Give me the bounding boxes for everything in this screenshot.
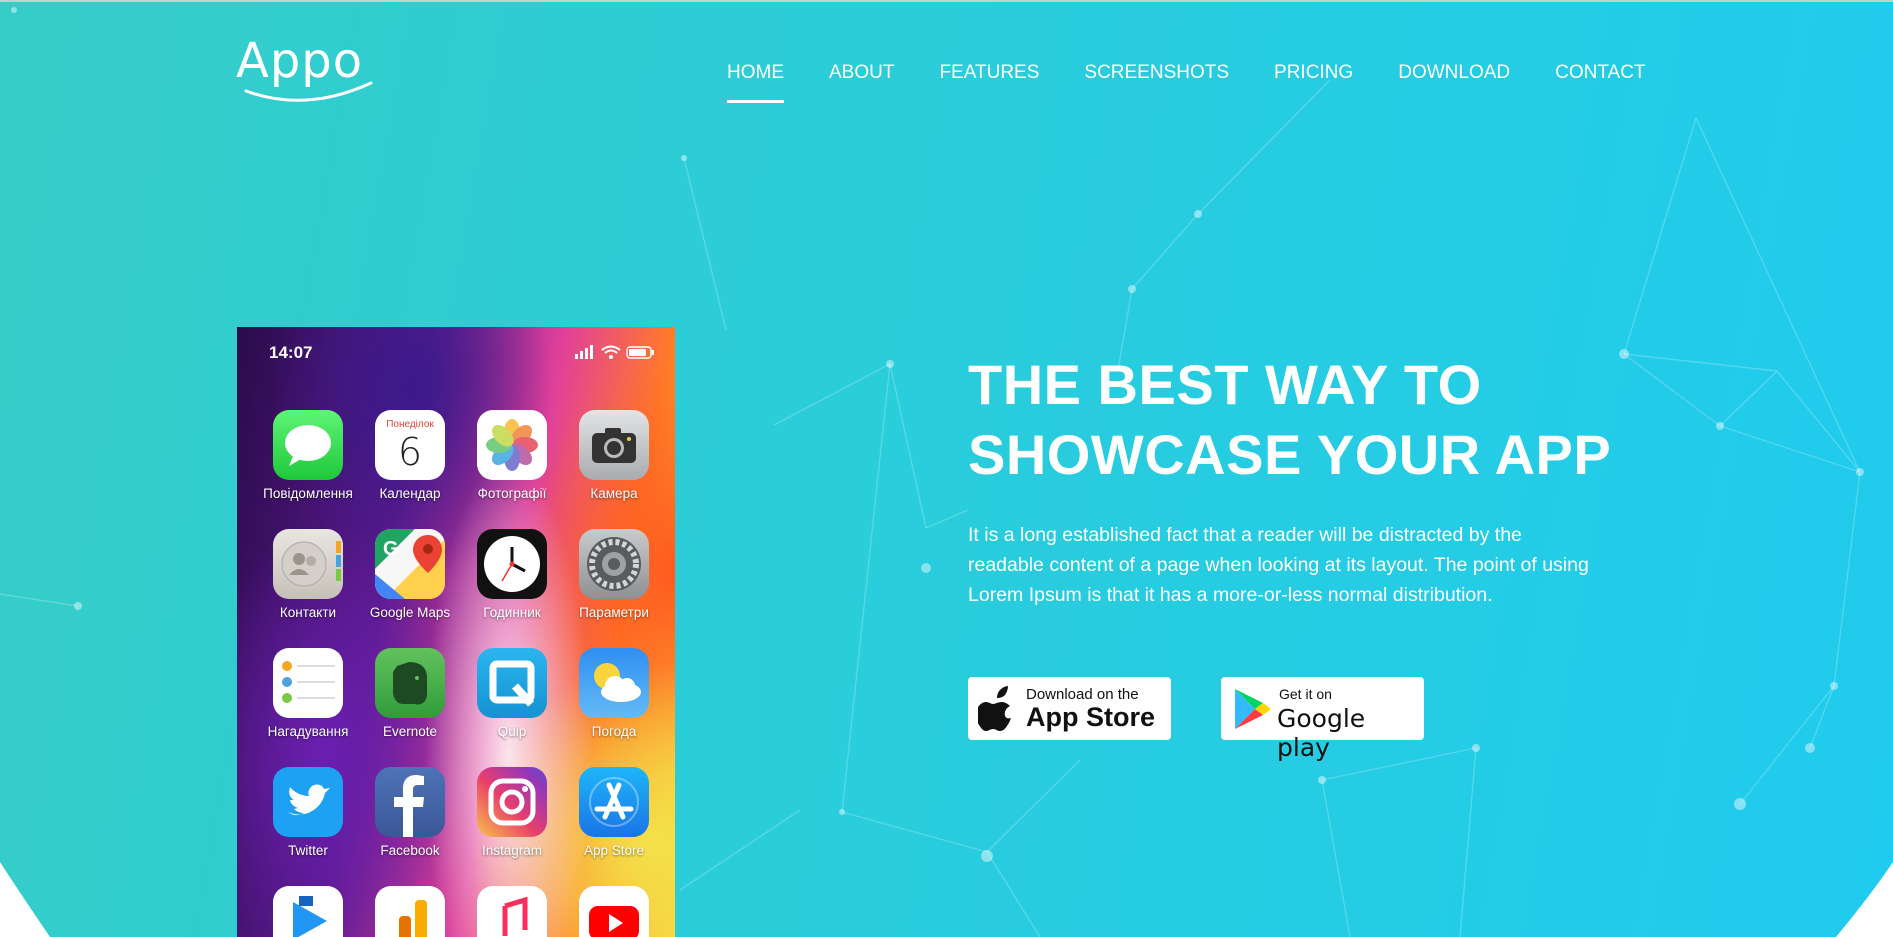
nav-pricing[interactable]: PRICING bbox=[1274, 60, 1353, 90]
app-camera[interactable]: Камера bbox=[563, 410, 665, 501]
nav-about[interactable]: ABOUT bbox=[829, 60, 894, 90]
camera-icon bbox=[579, 410, 649, 480]
app-clock[interactable]: Годинник bbox=[461, 529, 563, 620]
app-label: Повідомлення bbox=[263, 486, 353, 501]
play-movies-icon bbox=[273, 886, 343, 937]
app-evernote[interactable]: Evernote bbox=[359, 648, 461, 739]
status-time: 14:07 bbox=[269, 343, 313, 362]
logo-smile-icon bbox=[244, 81, 373, 102]
app-label: Google Maps bbox=[369, 605, 451, 620]
app-store-small-text: Download on the bbox=[1026, 686, 1139, 703]
hero-headline: THE BEST WAY TO SHOWCASE YOUR APP bbox=[968, 350, 1611, 490]
app-app-store[interactable]: App Store bbox=[563, 767, 665, 858]
app-label: Календар bbox=[379, 486, 441, 501]
app-partial-2[interactable] bbox=[359, 886, 461, 937]
app-store-big-text: App Store bbox=[1026, 702, 1156, 732]
brand-logo[interactable]: Appo bbox=[236, 33, 376, 105]
google-play-big-text: Google play bbox=[1277, 704, 1366, 762]
headline-line-2: SHOWCASE YOUR APP bbox=[968, 423, 1612, 486]
top-border bbox=[0, 0, 1893, 2]
app-label: Контакти bbox=[279, 605, 337, 620]
app-label: Evernote bbox=[382, 724, 438, 739]
app-label: Instagram bbox=[481, 843, 543, 858]
app-quip[interactable]: Quip bbox=[461, 648, 563, 739]
nav-contact[interactable]: CONTACT bbox=[1555, 60, 1645, 90]
app-store-icon bbox=[579, 767, 649, 837]
nav-screenshots[interactable]: SCREENSHOTS bbox=[1084, 60, 1229, 90]
app-label: Параметри bbox=[579, 605, 649, 620]
calendar-day-name: Понеділок bbox=[386, 419, 434, 430]
evernote-icon bbox=[375, 648, 445, 718]
app-facebook[interactable]: Facebook bbox=[359, 767, 461, 858]
app-label: App Store bbox=[583, 843, 645, 858]
contacts-icon bbox=[273, 529, 343, 599]
google-play-small-text: Get it on bbox=[1279, 686, 1332, 702]
app-label: Twitter bbox=[288, 843, 328, 858]
nav-home[interactable]: HOME bbox=[727, 60, 784, 103]
app-weather[interactable]: Погода bbox=[563, 648, 665, 739]
app-label: Фотографії bbox=[477, 486, 547, 501]
reminders-icon bbox=[273, 648, 343, 718]
headline-line-1: THE BEST WAY TO bbox=[968, 353, 1482, 416]
app-messages[interactable]: Повідомлення bbox=[257, 410, 359, 501]
app-store-button[interactable]: Download on the App Store bbox=[968, 677, 1171, 740]
music-icon bbox=[477, 886, 547, 937]
youtube-icon bbox=[579, 886, 649, 937]
app-calendar[interactable]: Понеділок 6 Календар bbox=[359, 410, 461, 501]
status-bar-icons bbox=[575, 345, 654, 359]
settings-icon bbox=[579, 529, 649, 599]
hero-description: It is a long established fact that a rea… bbox=[968, 524, 1589, 606]
instagram-icon bbox=[477, 767, 547, 837]
app-label: Погода bbox=[591, 724, 637, 739]
svg-text:G: G bbox=[383, 538, 399, 560]
hero-section: Appo HOME ABOUT FEATURES SCREENSHOTS PRI… bbox=[0, 0, 1893, 937]
phone-screenshot: 14:07 Повідомлення Понеділок 6 Календар … bbox=[237, 327, 675, 937]
app-google-maps[interactable]: G Google Maps bbox=[359, 529, 461, 620]
app-label: Нагадування bbox=[267, 724, 349, 739]
calendar-day-number: 6 bbox=[397, 430, 423, 474]
weather-icon bbox=[579, 648, 649, 718]
analytics-icon bbox=[375, 886, 445, 937]
google-play-icon bbox=[1235, 689, 1271, 729]
app-instagram[interactable]: Instagram bbox=[461, 767, 563, 858]
app-label: Facebook bbox=[380, 843, 440, 858]
clock-icon bbox=[477, 529, 547, 599]
twitter-icon bbox=[273, 767, 343, 837]
app-label: Камера bbox=[590, 486, 638, 501]
app-photos[interactable]: Фотографії bbox=[461, 410, 563, 501]
facebook-icon bbox=[375, 767, 445, 837]
google-play-button[interactable]: Get it on Google play bbox=[1221, 677, 1424, 762]
photos-icon bbox=[477, 410, 547, 480]
apple-icon bbox=[978, 686, 1011, 731]
app-partial-4[interactable] bbox=[563, 886, 665, 937]
quip-icon bbox=[477, 648, 547, 718]
nav-features[interactable]: FEATURES bbox=[939, 60, 1039, 90]
app-label: Quip bbox=[497, 724, 527, 739]
main-nav: HOME ABOUT FEATURES SCREENSHOTS PRICING … bbox=[727, 60, 1691, 103]
google-maps-icon: G bbox=[375, 529, 445, 599]
app-contacts[interactable]: Контакти bbox=[257, 529, 359, 620]
app-twitter[interactable]: Twitter bbox=[257, 767, 359, 858]
app-settings[interactable]: Параметри bbox=[563, 529, 665, 620]
app-reminders[interactable]: Нагадування bbox=[257, 648, 359, 739]
calendar-icon: Понеділок 6 bbox=[375, 410, 445, 480]
nav-download[interactable]: DOWNLOAD bbox=[1398, 60, 1510, 90]
app-partial-3[interactable] bbox=[461, 886, 563, 937]
app-label: Годинник bbox=[483, 605, 541, 620]
app-partial-1[interactable] bbox=[257, 886, 359, 937]
messages-icon bbox=[273, 410, 343, 480]
